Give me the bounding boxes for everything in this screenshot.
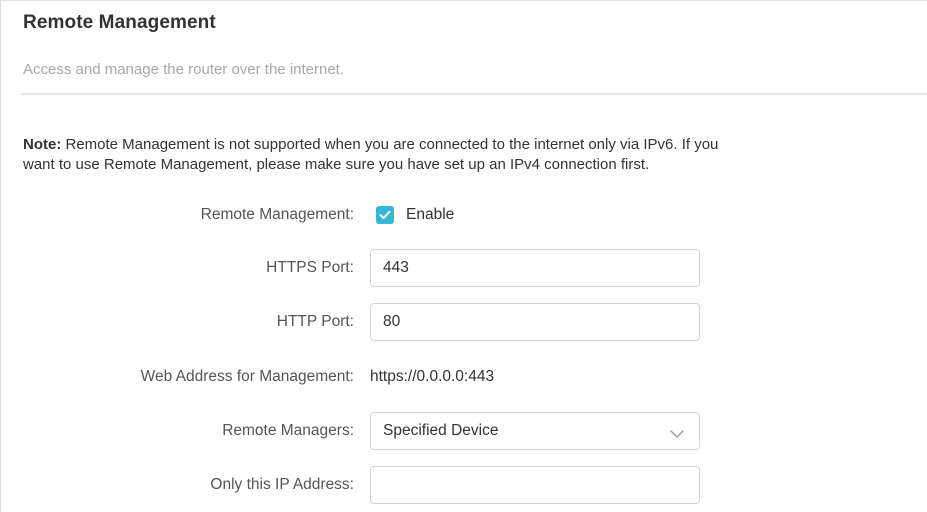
enable-checkbox-label: Enable <box>406 206 455 223</box>
https-port-label: HTTPS Port: <box>266 259 354 276</box>
http-port-label: HTTP Port: <box>276 313 354 330</box>
remote-management-row: Remote Management: Enable <box>1 196 927 234</box>
remote-managers-label: Remote Managers: <box>222 422 354 439</box>
https-port-row: HTTPS Port: <box>1 249 927 287</box>
web-address-label: Web Address for Management: <box>140 368 354 385</box>
remote-managers-selected: Specified Device <box>383 422 499 439</box>
remote-managers-select[interactable]: Specified Device <box>370 412 700 450</box>
remote-management-label: Remote Management: <box>200 206 354 223</box>
section-subtitle: Access and manage the router over the in… <box>23 61 345 78</box>
chevron-down-icon[interactable] <box>669 426 685 438</box>
https-port-input[interactable] <box>370 249 700 287</box>
web-address-value: https://0.0.0.0:443 <box>370 368 495 385</box>
http-port-input[interactable] <box>370 303 700 341</box>
ip-address-input[interactable] <box>370 466 700 504</box>
web-address-row: Web Address for Management: https://0.0.… <box>1 358 927 396</box>
section-title: Remote Management <box>23 12 216 33</box>
ip-address-label: Only this IP Address: <box>210 476 354 493</box>
enable-checkbox[interactable]: Enable <box>376 206 454 224</box>
note-text: Note: Remote Management is not supported… <box>23 135 927 175</box>
remote-managers-row: Remote Managers: Specified Device <box>1 412 927 450</box>
section-divider <box>21 93 927 95</box>
http-port-row: HTTP Port: <box>1 303 927 341</box>
note-line-1: Remote Management is not supported when … <box>61 136 719 153</box>
note-line-2: want to use Remote Management, please ma… <box>23 156 650 173</box>
ip-address-row: Only this IP Address: <box>1 466 927 504</box>
checkmark-icon[interactable] <box>376 206 394 224</box>
note-label: Note: <box>23 136 62 153</box>
remote-management-panel: Remote Management Access and manage the … <box>0 0 927 512</box>
